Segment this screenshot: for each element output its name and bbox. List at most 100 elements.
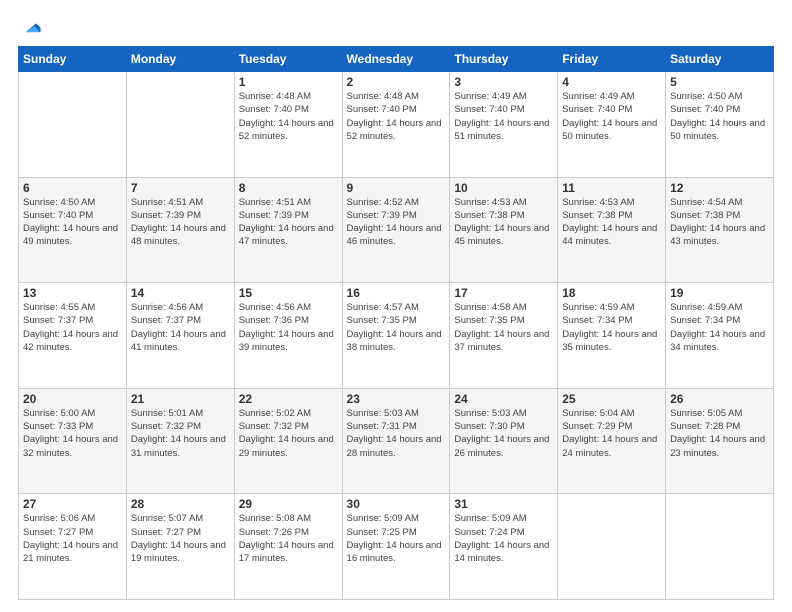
sunset-text: Sunset: 7:32 PM xyxy=(239,421,309,432)
day-info: Sunrise: 5:06 AM Sunset: 7:27 PM Dayligh… xyxy=(23,512,122,565)
day-number: 29 xyxy=(239,497,338,511)
day-number: 11 xyxy=(562,181,661,195)
day-info: Sunrise: 5:08 AM Sunset: 7:26 PM Dayligh… xyxy=(239,512,338,565)
day-info: Sunrise: 5:09 AM Sunset: 7:24 PM Dayligh… xyxy=(454,512,553,565)
day-info: Sunrise: 4:49 AM Sunset: 7:40 PM Dayligh… xyxy=(454,90,553,143)
day-info: Sunrise: 4:51 AM Sunset: 7:39 PM Dayligh… xyxy=(131,196,230,249)
daylight-text: Daylight: 14 hours and 41 minutes. xyxy=(131,329,226,353)
daylight-text: Daylight: 14 hours and 42 minutes. xyxy=(23,329,118,353)
daylight-text: Daylight: 14 hours and 50 minutes. xyxy=(562,118,657,142)
sunset-text: Sunset: 7:35 PM xyxy=(347,315,417,326)
daylight-text: Daylight: 14 hours and 43 minutes. xyxy=(670,223,765,247)
weekday-header: Saturday xyxy=(666,47,774,72)
daylight-text: Daylight: 14 hours and 35 minutes. xyxy=(562,329,657,353)
calendar-cell: 23 Sunrise: 5:03 AM Sunset: 7:31 PM Dayl… xyxy=(342,388,450,494)
sunset-text: Sunset: 7:40 PM xyxy=(347,104,417,115)
day-info: Sunrise: 5:02 AM Sunset: 7:32 PM Dayligh… xyxy=(239,407,338,460)
sunrise-text: Sunrise: 5:06 AM xyxy=(23,513,95,524)
day-number: 12 xyxy=(670,181,769,195)
day-number: 10 xyxy=(454,181,553,195)
day-info: Sunrise: 4:54 AM Sunset: 7:38 PM Dayligh… xyxy=(670,196,769,249)
sunset-text: Sunset: 7:25 PM xyxy=(347,527,417,538)
calendar-cell: 5 Sunrise: 4:50 AM Sunset: 7:40 PM Dayli… xyxy=(666,72,774,178)
day-info: Sunrise: 4:57 AM Sunset: 7:35 PM Dayligh… xyxy=(347,301,446,354)
daylight-text: Daylight: 14 hours and 45 minutes. xyxy=(454,223,549,247)
daylight-text: Daylight: 14 hours and 21 minutes. xyxy=(23,540,118,564)
daylight-text: Daylight: 14 hours and 14 minutes. xyxy=(454,540,549,564)
header xyxy=(18,16,774,38)
calendar-cell: 16 Sunrise: 4:57 AM Sunset: 7:35 PM Dayl… xyxy=(342,283,450,389)
sunset-text: Sunset: 7:28 PM xyxy=(670,421,740,432)
day-info: Sunrise: 5:03 AM Sunset: 7:30 PM Dayligh… xyxy=(454,407,553,460)
calendar-cell: 20 Sunrise: 5:00 AM Sunset: 7:33 PM Dayl… xyxy=(19,388,127,494)
calendar-cell: 26 Sunrise: 5:05 AM Sunset: 7:28 PM Dayl… xyxy=(666,388,774,494)
calendar-cell: 22 Sunrise: 5:02 AM Sunset: 7:32 PM Dayl… xyxy=(234,388,342,494)
calendar-cell xyxy=(558,494,666,600)
sunset-text: Sunset: 7:37 PM xyxy=(131,315,201,326)
daylight-text: Daylight: 14 hours and 49 minutes. xyxy=(23,223,118,247)
calendar-cell: 3 Sunrise: 4:49 AM Sunset: 7:40 PM Dayli… xyxy=(450,72,558,178)
calendar-cell: 29 Sunrise: 5:08 AM Sunset: 7:26 PM Dayl… xyxy=(234,494,342,600)
day-number: 27 xyxy=(23,497,122,511)
calendar-week-row: 20 Sunrise: 5:00 AM Sunset: 7:33 PM Dayl… xyxy=(19,388,774,494)
day-info: Sunrise: 4:52 AM Sunset: 7:39 PM Dayligh… xyxy=(347,196,446,249)
sunrise-text: Sunrise: 4:56 AM xyxy=(239,302,311,313)
sunrise-text: Sunrise: 5:08 AM xyxy=(239,513,311,524)
day-number: 24 xyxy=(454,392,553,406)
day-number: 2 xyxy=(347,75,446,89)
day-info: Sunrise: 4:53 AM Sunset: 7:38 PM Dayligh… xyxy=(454,196,553,249)
daylight-text: Daylight: 14 hours and 17 minutes. xyxy=(239,540,334,564)
sunrise-text: Sunrise: 4:48 AM xyxy=(239,91,311,102)
calendar-cell: 12 Sunrise: 4:54 AM Sunset: 7:38 PM Dayl… xyxy=(666,177,774,283)
day-number: 21 xyxy=(131,392,230,406)
sunrise-text: Sunrise: 4:59 AM xyxy=(670,302,742,313)
day-number: 18 xyxy=(562,286,661,300)
calendar-week-row: 13 Sunrise: 4:55 AM Sunset: 7:37 PM Dayl… xyxy=(19,283,774,389)
day-info: Sunrise: 4:59 AM Sunset: 7:34 PM Dayligh… xyxy=(562,301,661,354)
day-number: 26 xyxy=(670,392,769,406)
sunset-text: Sunset: 7:39 PM xyxy=(347,210,417,221)
day-info: Sunrise: 5:00 AM Sunset: 7:33 PM Dayligh… xyxy=(23,407,122,460)
sunset-text: Sunset: 7:40 PM xyxy=(562,104,632,115)
day-info: Sunrise: 4:49 AM Sunset: 7:40 PM Dayligh… xyxy=(562,90,661,143)
calendar-cell: 7 Sunrise: 4:51 AM Sunset: 7:39 PM Dayli… xyxy=(126,177,234,283)
day-number: 19 xyxy=(670,286,769,300)
day-info: Sunrise: 4:48 AM Sunset: 7:40 PM Dayligh… xyxy=(347,90,446,143)
day-number: 13 xyxy=(23,286,122,300)
day-number: 9 xyxy=(347,181,446,195)
day-number: 7 xyxy=(131,181,230,195)
day-number: 14 xyxy=(131,286,230,300)
day-number: 15 xyxy=(239,286,338,300)
sunrise-text: Sunrise: 4:51 AM xyxy=(131,197,203,208)
day-info: Sunrise: 4:56 AM Sunset: 7:36 PM Dayligh… xyxy=(239,301,338,354)
calendar-cell: 2 Sunrise: 4:48 AM Sunset: 7:40 PM Dayli… xyxy=(342,72,450,178)
weekday-header: Sunday xyxy=(19,47,127,72)
daylight-text: Daylight: 14 hours and 37 minutes. xyxy=(454,329,549,353)
day-info: Sunrise: 5:07 AM Sunset: 7:27 PM Dayligh… xyxy=(131,512,230,565)
sunset-text: Sunset: 7:37 PM xyxy=(23,315,93,326)
calendar-week-row: 1 Sunrise: 4:48 AM Sunset: 7:40 PM Dayli… xyxy=(19,72,774,178)
sunrise-text: Sunrise: 5:03 AM xyxy=(454,408,526,419)
calendar-cell xyxy=(19,72,127,178)
sunset-text: Sunset: 7:27 PM xyxy=(23,527,93,538)
sunrise-text: Sunrise: 4:49 AM xyxy=(562,91,634,102)
sunrise-text: Sunrise: 4:52 AM xyxy=(347,197,419,208)
sunrise-text: Sunrise: 5:07 AM xyxy=(131,513,203,524)
sunset-text: Sunset: 7:35 PM xyxy=(454,315,524,326)
day-number: 31 xyxy=(454,497,553,511)
day-number: 5 xyxy=(670,75,769,89)
day-info: Sunrise: 4:55 AM Sunset: 7:37 PM Dayligh… xyxy=(23,301,122,354)
sunset-text: Sunset: 7:40 PM xyxy=(239,104,309,115)
sunset-text: Sunset: 7:38 PM xyxy=(670,210,740,221)
day-number: 25 xyxy=(562,392,661,406)
sunrise-text: Sunrise: 4:48 AM xyxy=(347,91,419,102)
day-info: Sunrise: 4:48 AM Sunset: 7:40 PM Dayligh… xyxy=(239,90,338,143)
day-number: 20 xyxy=(23,392,122,406)
sunset-text: Sunset: 7:34 PM xyxy=(670,315,740,326)
daylight-text: Daylight: 14 hours and 26 minutes. xyxy=(454,434,549,458)
sunrise-text: Sunrise: 5:04 AM xyxy=(562,408,634,419)
day-number: 16 xyxy=(347,286,446,300)
calendar-cell: 14 Sunrise: 4:56 AM Sunset: 7:37 PM Dayl… xyxy=(126,283,234,389)
day-info: Sunrise: 4:50 AM Sunset: 7:40 PM Dayligh… xyxy=(670,90,769,143)
weekday-header: Monday xyxy=(126,47,234,72)
